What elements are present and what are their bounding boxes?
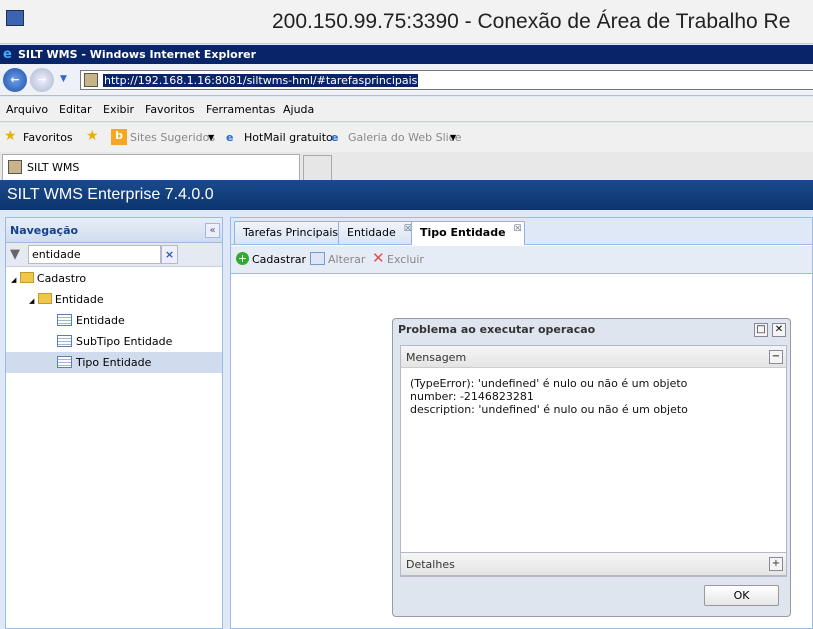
tree-label: Tipo Entidade [76, 356, 152, 369]
history-dropdown-icon[interactable]: ▼ [60, 74, 67, 84]
rdp-bar: 200.150.99.75:3390 - Conexão de Área de … [0, 0, 813, 44]
menu-bar: Arquivo Editar Exibir Favoritos Ferramen… [0, 97, 813, 122]
address-bar: ← → ▼ http://192.168.1.16:8081/siltwms-h… [0, 64, 813, 96]
menu-editar[interactable]: Editar [59, 103, 92, 116]
browser-tab-silt-wms[interactable]: SILT WMS [2, 154, 300, 180]
browser-tabs: SILT WMS [0, 152, 813, 180]
ie-title-bar: e SILT WMS - Windows Internet Explorer [0, 45, 813, 64]
favorites-bar: ★ Favoritos ★ b Sites Sugeridos ▼ e HotM… [0, 123, 813, 152]
tree-item-entidade[interactable]: Entidade [57, 310, 125, 331]
tree-label: SubTipo Entidade [76, 335, 173, 348]
navigation-panel: Navegação « ▼ × ◢ Cadastro ◢ Entidade En… [5, 217, 223, 629]
tree-item-subtipo-entidade[interactable]: SubTipo Entidade [57, 331, 172, 352]
menu-ferramentas[interactable]: Ferramentas [206, 103, 275, 116]
delete-icon: ✕ [372, 249, 385, 267]
url-input[interactable]: http://192.168.1.16:8081/siltwms-hml/#ta… [80, 70, 813, 90]
tree-label: Entidade [54, 293, 104, 306]
filter-row: ▼ × [6, 243, 222, 267]
list-icon [57, 314, 72, 326]
ie-page-icon: e [331, 131, 339, 144]
message-line: number: -2146823281 [410, 390, 534, 403]
tab-label: Tarefas Principais [243, 226, 339, 239]
filter-input[interactable] [28, 245, 161, 264]
rdp-title: 200.150.99.75:3390 - Conexão de Área de … [272, 10, 791, 33]
tab-tipo-entidade[interactable]: Tipo Entidade ☒ [411, 221, 525, 245]
close-icon[interactable]: ☒ [513, 224, 521, 234]
dialog-title: Problema ao executar operacao [398, 323, 596, 336]
tree-item-cadastro[interactable]: ◢ Cadastro [11, 268, 86, 289]
message-body: (TypeError): 'undefined' é nulo ou não é… [401, 368, 786, 425]
tree-label: Entidade [76, 314, 125, 327]
collapse-button[interactable]: « [205, 223, 220, 238]
chevron-down-icon[interactable]: ▼ [450, 133, 456, 142]
tab-strip: Tarefas Principais Entidade ☒ Tipo Entida… [231, 218, 812, 245]
ie-logo-icon: e [3, 47, 12, 62]
new-tab-button[interactable] [303, 155, 332, 180]
chevron-down-icon[interactable]: ▼ [208, 133, 214, 142]
site-icon [84, 73, 98, 87]
menu-favoritos[interactable]: Favoritos [145, 103, 195, 116]
message-line: (TypeError): 'undefined' é nulo ou não é… [410, 377, 688, 390]
rdp-computer-icon [6, 10, 24, 26]
maximize-button[interactable]: □ [754, 323, 768, 337]
tab-label: Tipo Entidade [420, 226, 506, 239]
app-header: SILT WMS Enterprise 7.4.0.0 [0, 180, 813, 210]
tab-label: Entidade [347, 226, 396, 239]
tab-entidade[interactable]: Entidade ☒ [338, 221, 415, 244]
web-slice-link[interactable]: Galeria do Web Slice [348, 131, 462, 144]
add-icon: + [236, 252, 249, 265]
tab-label: SILT WMS [27, 161, 80, 174]
nav-title: Navegação [10, 224, 79, 237]
ok-button[interactable]: OK [704, 585, 779, 606]
star-icon: ★ [4, 128, 17, 144]
menu-ajuda[interactable]: Ajuda [283, 103, 314, 116]
tab-tarefas-principais[interactable]: Tarefas Principais [234, 221, 348, 244]
sites-sugeridos-link[interactable]: Sites Sugeridos [130, 131, 215, 144]
folder-icon [19, 272, 34, 283]
message-line: description: 'undefined' é nulo ou não é… [410, 403, 688, 416]
edit-icon [310, 252, 325, 265]
clear-filter-button[interactable]: × [161, 245, 178, 264]
error-dialog: Problema ao executar operacao □ ✕ Mensag… [392, 318, 791, 617]
cadastrar-button[interactable]: Cadastrar [252, 253, 306, 266]
list-icon [57, 335, 72, 347]
ie-page-icon: e [226, 131, 234, 144]
message-header: Mensagem [401, 346, 786, 368]
alterar-button[interactable]: Alterar [328, 253, 365, 266]
details-label: Detalhes [406, 558, 455, 571]
window-title: SILT WMS - Windows Internet Explorer [18, 48, 257, 61]
tree-label: Cadastro [36, 272, 87, 285]
hotmail-link[interactable]: HotMail gratuito [244, 131, 333, 144]
folder-icon [37, 293, 52, 304]
nav-header: Navegação [6, 218, 222, 243]
site-icon [8, 160, 22, 174]
message-panel: Mensagem − (TypeError): 'undefined' é nu… [400, 345, 787, 577]
add-favorite-icon[interactable]: ★ [86, 128, 99, 144]
menu-arquivo[interactable]: Arquivo [6, 103, 48, 116]
expand-details-button[interactable]: + [769, 557, 783, 571]
toolbar: + Cadastrar Alterar ✕ Excluir [231, 246, 812, 274]
message-header-label: Mensagem [406, 351, 467, 364]
collapse-message-button[interactable]: − [769, 350, 783, 364]
excluir-button[interactable]: Excluir [387, 253, 424, 266]
close-button[interactable]: ✕ [772, 323, 786, 337]
list-icon [57, 356, 72, 368]
forward-button[interactable]: → [30, 68, 54, 92]
tree-item-tipo-entidade[interactable]: Tipo Entidade [6, 352, 222, 373]
url-text: http://192.168.1.16:8081/siltwms-hml/#ta… [103, 74, 419, 87]
back-button[interactable]: ← [3, 68, 27, 92]
details-panel-header[interactable]: Detalhes + [400, 552, 787, 576]
filter-icon: ▼ [10, 247, 20, 262]
menu-exibir[interactable]: Exibir [103, 103, 134, 116]
tree-item-entidade-folder[interactable]: ◢ Entidade [29, 289, 104, 310]
favorites-button[interactable]: Favoritos [23, 131, 73, 144]
bing-icon: b [111, 129, 127, 145]
